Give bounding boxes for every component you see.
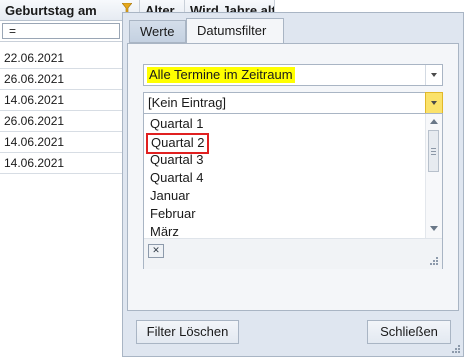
dropdown-scrollbar[interactable] [425,114,442,238]
table-row[interactable]: 26.06.2021 [0,111,122,132]
table-row[interactable]: 14.06.2021 [0,132,122,153]
clear-selection-button[interactable]: ✕ [148,244,164,258]
period-combobox-value: Alle Termine im Zeitraum [147,67,295,83]
list-item[interactable]: Januar [148,187,192,205]
list-item[interactable]: Februar [148,205,198,223]
datumsfilter-panel: Alle Termine im Zeitraum [Kein Eintrag] … [127,43,459,311]
table-row[interactable]: 22.06.2021 [0,48,122,69]
clear-filter-button[interactable]: Filter Löschen [136,320,239,344]
list-item[interactable]: Quartal 3 [148,151,205,169]
chevron-down-icon [431,101,437,105]
scroll-up-icon[interactable] [430,119,438,124]
value-combobox-value: [Kein Eintrag] [148,95,227,110]
list-item[interactable]: Quartal 4 [148,169,205,187]
table-row[interactable]: 26.06.2021 [0,69,122,90]
popup-footer: Filter Löschen Schließen [123,311,463,356]
column-header-geburtstag[interactable]: Geburtstag am [0,0,140,21]
resize-grip-icon[interactable] [430,257,439,266]
filter-row-input[interactable]: = [2,23,120,39]
filter-row: = [0,21,140,42]
period-combobox[interactable]: Alle Termine im Zeitraum [143,64,443,86]
period-dropdown-button[interactable] [425,65,442,85]
value-dropdown-list: Quartal 1 Quartal 2 Quartal 3 Quartal 4 … [143,113,443,269]
list-item[interactable]: Quartal 1 [148,115,205,133]
filter-popup: Werte Datumsfilter Alle Termine im Zeitr… [122,12,464,357]
grid-rows: 22.06.2021 26.06.2021 14.06.2021 26.06.2… [0,48,122,174]
dropdown-footer: ✕ [144,238,442,269]
table-row[interactable]: 14.06.2021 [0,90,122,111]
scroll-down-icon[interactable] [430,226,438,231]
scrollbar-thumb[interactable] [428,130,439,172]
popup-resize-grip-icon[interactable] [452,345,461,354]
chevron-down-icon [431,73,437,77]
tab-datumsfilter[interactable]: Datumsfilter [186,18,284,44]
table-row[interactable]: 14.06.2021 [0,153,122,174]
close-button[interactable]: Schließen [367,320,451,344]
tab-werte[interactable]: Werte [129,20,186,43]
value-combobox[interactable]: [Kein Eintrag] [143,92,443,116]
